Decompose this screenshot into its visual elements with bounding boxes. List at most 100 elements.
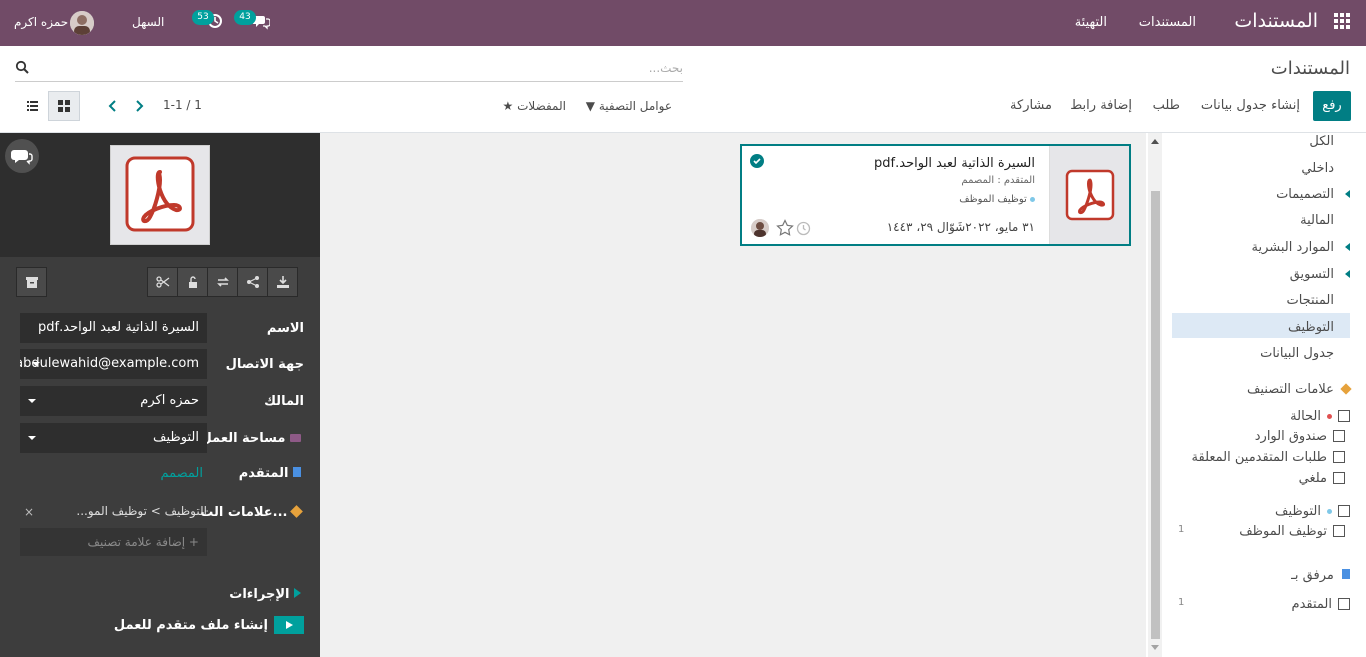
workspace-dropdown-icon[interactable] [28,436,36,440]
filters-toggle[interactable]: ▼ عوامل التصفية [586,99,672,113]
menu-documents[interactable]: المستندات [1139,15,1196,30]
folder-all[interactable]: الكل [1309,134,1334,149]
workspace-field[interactable]: التوظيف [20,423,207,453]
attached-applicant[interactable]: المتقدم [1292,596,1350,612]
kanban-view-button[interactable] [48,91,80,121]
actions-title: الإجراءات [229,587,290,602]
user-name[interactable]: حمزه اكرم [14,15,68,29]
tag-group-recruitment[interactable]: التوظيف [1275,503,1350,519]
search-icon[interactable] [15,60,29,74]
checkbox[interactable] [1338,598,1350,610]
app-brand[interactable]: المستندات [1234,10,1318,32]
tag-count: 1 [1178,524,1185,535]
folder-marketing[interactable]: التسويق [1290,267,1334,282]
list-view-button[interactable] [16,91,48,121]
replace-icon [216,277,229,287]
pager-next-icon[interactable] [133,98,147,114]
pager-value[interactable]: 1-1 / 1 [163,98,202,112]
applicant-link[interactable]: المصمم [160,466,203,481]
card-thumbnail[interactable] [1049,146,1129,244]
request-button[interactable]: طلب [1153,98,1180,113]
favorites-toggle[interactable]: ★ المفضلات [503,99,566,113]
tag-cancelled[interactable]: ملغي [1299,470,1345,486]
remove-tag-icon[interactable]: × [24,505,34,519]
kanban-area: السيرة الذاتية لعبد الواحد.pdf المتقدم :… [320,133,1146,657]
name-label: الاسم [266,321,304,336]
user-avatar[interactable] [70,11,94,35]
folder-spreadsheet[interactable]: جدول البيانات [1260,346,1334,361]
upload-button[interactable]: رفع [1313,91,1351,121]
workspace-label: مساحة العمل [201,431,304,446]
play-icon[interactable] [274,616,304,634]
pdf-file-icon [1065,169,1115,221]
contact-field[interactable]: abdulewahid@example.com [20,349,207,379]
checkbox[interactable] [1333,472,1345,484]
company-switcher[interactable]: السهل [132,15,164,29]
inspector-preview-area [0,133,320,257]
create-applicant-action[interactable]: إنشاء ملف متقدم للعمل [114,615,304,635]
folder-designs[interactable]: التصميمات [1276,187,1334,202]
folder-products[interactable]: المنتجات [1286,293,1334,308]
checkbox[interactable] [1333,525,1345,537]
scroll-down-arrow[interactable] [1151,645,1159,650]
folder-finance[interactable]: المالية [1300,213,1334,228]
tag-cancelled-label: ملغي [1298,470,1327,486]
checkbox[interactable] [1333,451,1345,463]
folder-marketing-caret-icon[interactable] [1345,270,1350,278]
share-doc-button[interactable] [237,267,268,297]
messages-badge: 43 [234,10,256,25]
apps-grid-icon[interactable] [1334,13,1350,29]
share-button[interactable]: مشاركة [1010,98,1052,113]
add-tag-input[interactable]: + إضافة علامة تصنيف [20,528,207,556]
vertical-scrollbar[interactable] [1148,133,1162,657]
pager-previous-icon[interactable] [105,98,119,114]
document-preview[interactable] [110,145,210,245]
tags-title-text: علامات التصنيف [1246,382,1334,397]
owner-value: حمزه اكرم [140,393,199,408]
folder-recruitment[interactable]: التوظيف [1288,320,1334,335]
owner-field[interactable]: حمزه اكرم [20,386,207,416]
actions-section[interactable]: الإجراءات [229,587,304,602]
contact-value: abdulewahid@example.com [20,356,199,371]
download-button[interactable] [267,267,298,297]
document-inspector: الاسم السيرة الذاتية لعبد الواحد.pdf جهة… [0,133,320,657]
replace-button[interactable] [207,267,238,297]
card-date: ٣١ مايو، ٢٠٢٢شَوّال ٢٩، ١٤٤٣ [886,220,1035,234]
folder-internal[interactable]: داخلي [1301,161,1334,176]
tag-hire-employee[interactable]: توظيف الموظف [1239,523,1345,539]
name-field[interactable]: السيرة الذاتية لعبد الواحد.pdf [20,313,207,343]
checkbox[interactable] [1338,505,1350,517]
checkbox[interactable] [1338,410,1350,422]
tag-group-status[interactable]: الحالة [1290,408,1350,424]
favorite-star-icon[interactable] [776,219,794,237]
lock-button[interactable] [177,267,208,297]
selected-check-icon[interactable] [750,154,764,168]
status-dot [1327,413,1332,419]
chat-icon[interactable] [5,139,39,173]
archive-button[interactable] [16,267,47,297]
activity-clock-icon[interactable] [796,221,811,236]
document-card[interactable]: السيرة الذاتية لعبد الواحد.pdf المتقدم :… [740,144,1131,246]
folder-hr-caret-icon[interactable] [1345,243,1350,251]
folder-designs-caret-icon[interactable] [1345,190,1350,198]
page-title: المستندات [1270,58,1350,79]
split-button[interactable] [147,267,178,297]
applicant-label-text: المتقدم [238,466,289,481]
checkbox[interactable] [1333,430,1345,442]
scroll-thumb[interactable] [1151,191,1160,639]
owner-dropdown-icon[interactable] [28,399,36,403]
folder-hr[interactable]: الموارد البشرية [1252,240,1334,255]
document-icon [293,467,301,477]
tag-inbox[interactable]: صندوق الوارد [1255,428,1345,444]
add-link-button[interactable]: إضافة رابط [1070,98,1132,113]
create-spreadsheet-button[interactable]: إنشاء جدول بيانات [1201,98,1300,113]
tag-pending-applications[interactable]: طلبات المتقدمين المعلقة [1192,449,1345,465]
search-input[interactable] [53,56,683,80]
folder-icon [290,434,301,442]
download-icon [276,276,289,288]
unlock-icon [188,276,197,288]
menu-configuration[interactable]: التهيئة [1075,15,1107,30]
contact-dropdown-icon[interactable] [32,362,40,366]
scroll-up-arrow[interactable] [1151,139,1159,144]
folders-sidebar: الكل داخلي التصميمات المالية الموارد الب… [1162,133,1366,657]
